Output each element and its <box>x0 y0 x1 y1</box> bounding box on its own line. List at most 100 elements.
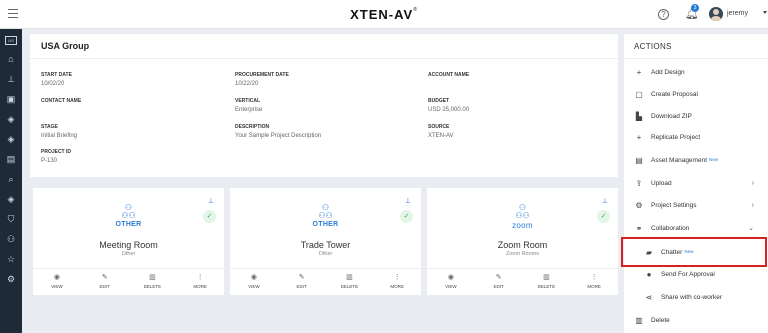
field-label: START DATE <box>41 72 72 78</box>
chatter-highlight-box <box>621 237 767 267</box>
room-type-tag: zoom <box>512 221 533 230</box>
more-label: MORE <box>390 284 404 289</box>
project-settings-action[interactable]: ⚙ Project Settings › <box>624 194 768 216</box>
search-icon[interactable]: ⌕ <box>0 171 22 187</box>
users-icon[interactable]: ⚇ <box>0 231 22 247</box>
action-label: Asset Management New <box>651 157 718 164</box>
kebab-icon: ⋮ <box>590 274 598 281</box>
create-proposal-action[interactable]: ▢ Create Proposal <box>624 83 768 105</box>
design-card-meeting-room[interactable]: ⊥ ✓ ⚇ ⚇⚇ OTHER Meeting Room Other ◉ VIEW ✎… <box>33 188 224 295</box>
room-type-icon: ⚇ ⚇⚇ zoom <box>427 203 618 231</box>
action-label: Replicate Project <box>651 133 701 141</box>
field-label: PROCUREMENT DATE <box>235 72 289 78</box>
asset-management-action[interactable]: ▤ Asset Management New <box>624 149 768 171</box>
brand-logo: XTEN-AV® <box>0 7 768 22</box>
action-label: Upload <box>651 179 672 187</box>
account-name-field: ACCOUNT NAME <box>428 72 469 81</box>
top-bar: XTEN-AV® ? 🔔︎ 3 jeremy <box>0 0 768 29</box>
home-icon[interactable]: ⌂ <box>0 51 22 67</box>
chevron-down-icon: ⌄ <box>748 225 754 232</box>
budget-field: BUDGET USD 25,000.00 <box>428 98 469 113</box>
eye-icon: ◉ <box>250 274 257 281</box>
brand-name: XTEN-AV <box>350 7 414 22</box>
delete-button[interactable]: ▥ DELETE <box>129 269 177 292</box>
file-icon[interactable]: ▤ <box>0 151 22 167</box>
more-button[interactable]: ⋮ MORE <box>570 269 618 292</box>
actions-panel: ACTIONS + Add Design ▢ Create Proposal ▙… <box>624 34 768 333</box>
delete-button[interactable]: ▥ DELETE <box>326 269 374 292</box>
plus-icon: + <box>636 67 642 77</box>
chevron-right-icon: › <box>751 179 754 187</box>
field-value: Initial Briefing <box>41 133 78 139</box>
action-label: Collaboration <box>651 224 690 232</box>
design-card-trade-tower[interactable]: ⊥ ✓ ⚇ ⚇⚇ OTHER Trade Tower Other ◉ VIEW ✎ E… <box>230 188 421 295</box>
actions-title: ACTIONS <box>634 42 672 51</box>
card-subtitle: Other <box>121 251 136 257</box>
star-icon[interactable]: ☆ <box>0 251 22 267</box>
action-label: Send For Approval <box>661 270 715 278</box>
card-subtitle: Zoom Rooms <box>505 251 539 257</box>
delete-label: DELETE <box>537 284 556 289</box>
field-label: CONTACT NAME <box>41 98 82 104</box>
replicate-project-action[interactable]: + Replicate Project <box>624 126 768 148</box>
action-label: Delete <box>651 316 670 324</box>
card-actions: ◉ VIEW ✎ EDIT ▥ DELETE ⋮ MORE <box>230 268 421 292</box>
share-icon: ⋖ <box>645 292 653 302</box>
layers-icon[interactable]: ◈ <box>0 131 22 147</box>
share-with-coworker-action[interactable]: ⋖ Share with co-worker <box>624 286 768 308</box>
vertical-field: VERTICAL Enterprise <box>235 98 262 113</box>
collaboration-action[interactable]: ⚭ Collaboration ⌄ <box>624 217 768 239</box>
add-design-action[interactable]: + Add Design <box>624 61 768 83</box>
trash-icon: ▥ <box>543 274 550 281</box>
user-name[interactable]: jeremy <box>727 10 748 17</box>
room-type-icon: ⚇ ⚇⚇ OTHER <box>230 204 421 229</box>
action-label: Add Design <box>651 68 685 76</box>
more-label: MORE <box>587 284 601 289</box>
people-icon: ⚇ ⚇⚇ <box>515 203 530 220</box>
download-zip-action[interactable]: ▙ Download ZIP <box>624 105 768 127</box>
edit-button[interactable]: ✎ EDIT <box>278 269 326 292</box>
edit-button[interactable]: ✎ EDIT <box>81 269 129 292</box>
gear-icon: ⚙ <box>635 200 643 210</box>
upload-icon: ⇪ <box>635 178 643 188</box>
kebab-icon: ⋮ <box>196 274 204 281</box>
question-circle-icon[interactable]: ? <box>658 9 669 20</box>
upload-action[interactable]: ⇪ Upload › <box>624 172 768 194</box>
brand-mark: ® <box>413 7 418 13</box>
field-value: 10/22/20 <box>235 81 259 87</box>
shield-icon[interactable]: ⛉ <box>0 211 22 227</box>
project-info-panel: USA Group START DATE 10/02/20 PROCUREMEN… <box>30 34 618 177</box>
delete-label: DELETE <box>143 284 162 289</box>
design-card-zoom-room[interactable]: ⊥ ✓ ⚇ ⚇⚇ zoom Zoom Room Zoom Rooms ◉ VIEW … <box>427 188 618 295</box>
view-button[interactable]: ◉ VIEW <box>33 269 81 292</box>
contact-name-field: CONTACT NAME <box>41 98 81 107</box>
card-title: Meeting Room <box>99 240 158 250</box>
field-label: DESCRIPTION <box>235 124 270 130</box>
edit-label: EDIT <box>493 284 504 289</box>
card-subtitle: Other <box>318 251 333 257</box>
layers-icon[interactable]: ◈ <box>0 191 22 207</box>
divider <box>30 58 618 59</box>
layers-icon[interactable]: ◈ <box>0 111 22 127</box>
briefcase-icon[interactable]: ▣ <box>0 91 22 107</box>
sitemap-icon[interactable]: ⊥ <box>0 71 22 87</box>
room-type-tag: OTHER <box>115 221 142 228</box>
delete-button[interactable]: ▥ DELETE <box>523 269 571 292</box>
more-button[interactable]: ⋮ MORE <box>373 269 421 292</box>
asset-management-label: Asset Management <box>651 156 708 164</box>
more-button[interactable]: ⋮ MORE <box>176 269 224 292</box>
view-button[interactable]: ◉ VIEW <box>230 269 278 292</box>
delete-action[interactable]: ▥ Delete <box>624 309 768 331</box>
action-label: Create Proposal <box>651 90 698 98</box>
rail-logo[interactable]: UG <box>5 36 17 45</box>
room-type-icon: ⚇ ⚇⚇ OTHER <box>33 204 224 229</box>
edit-button[interactable]: ✎ EDIT <box>475 269 523 292</box>
send-icon: ● <box>646 269 652 279</box>
settings-icon[interactable]: ⚙ <box>0 271 22 287</box>
avatar[interactable] <box>709 7 723 21</box>
view-button[interactable]: ◉ VIEW <box>427 269 475 292</box>
chevron-down-icon[interactable] <box>763 11 767 14</box>
start-date-field: START DATE 10/02/20 <box>41 72 72 87</box>
hamburger-icon[interactable] <box>8 9 18 18</box>
page-title: USA Group <box>41 41 90 51</box>
